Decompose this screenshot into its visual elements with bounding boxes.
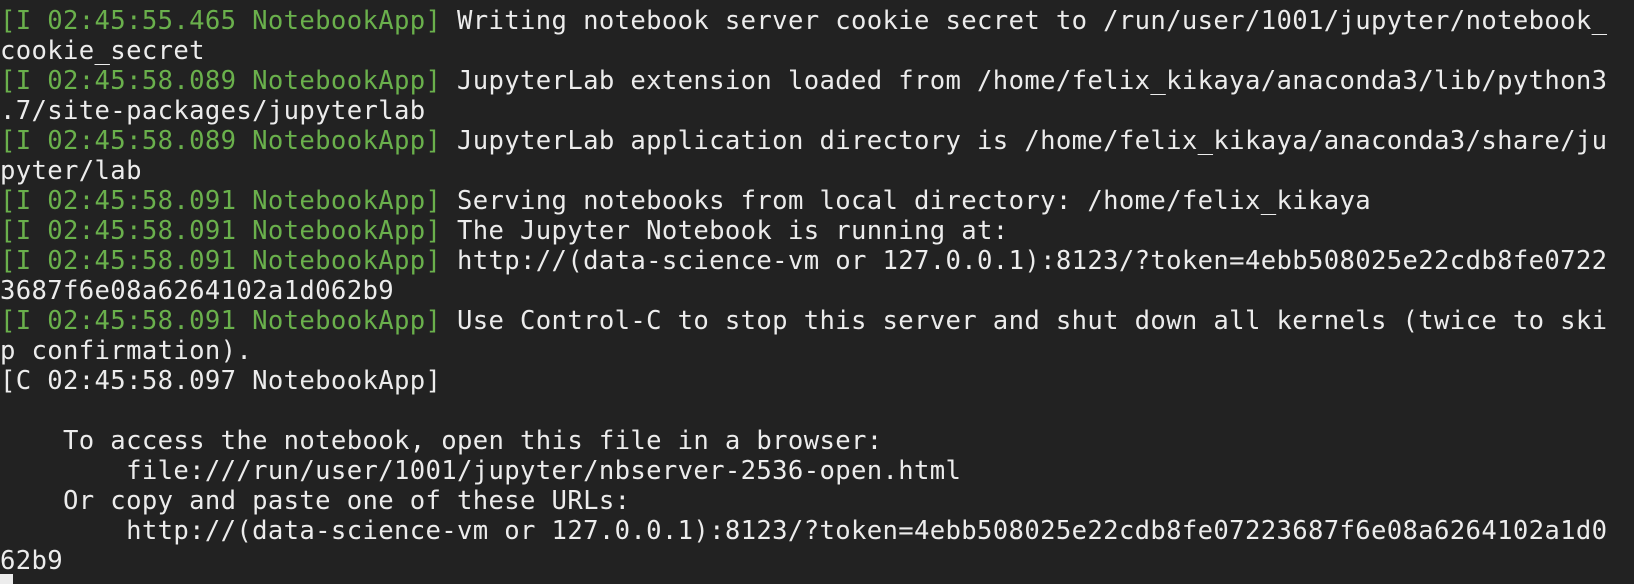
token-url-continuation: 62b9 xyxy=(0,546,64,576)
log-line: [I 02:45:58.089 NotebookApp] JupyterLab … xyxy=(0,66,1607,96)
file-url-line: file:///run/user/1001/jupyter/nbserver-2… xyxy=(0,456,1590,486)
copy-instructions-text: Or copy and paste one of these URLs: xyxy=(0,486,631,516)
log-line: [I 02:45:58.091 NotebookApp] Serving not… xyxy=(0,186,1590,216)
log-message: p confirmation). xyxy=(0,336,253,366)
terminal-window[interactable]: , , , [I 02:45:55.465 NotebookApp] Writi… xyxy=(0,0,1634,584)
log-line-continuation: pyter/lab xyxy=(0,156,1590,186)
log-message: JupyterLab application directory is /hom… xyxy=(441,126,1608,156)
log-line-continuation: cookie_secret xyxy=(0,36,1590,66)
access-instructions-text: To access the notebook, open this file i… xyxy=(0,426,883,456)
log-prefix: [I 02:45:55.465 NotebookApp] xyxy=(0,6,442,36)
log-message: pyter/lab xyxy=(0,156,142,186)
log-line: [I 02:45:58.091 NotebookApp] Use Control… xyxy=(0,306,1607,336)
log-message: cookie_secret xyxy=(0,36,205,66)
token-url-line: http://(data-science-vm or 127.0.0.1):81… xyxy=(0,516,1607,546)
log-line: [I 02:45:58.091 NotebookApp] The Jupyter… xyxy=(0,216,1590,246)
access-instructions: To access the notebook, open this file i… xyxy=(0,426,1590,456)
log-line-critical: [C 02:45:58.097 NotebookApp] xyxy=(0,366,1590,396)
log-line: [I 02:45:58.089 NotebookApp] JupyterLab … xyxy=(0,126,1607,156)
log-line-continuation: .7/site-packages/jupyterlab xyxy=(0,96,1590,126)
log-line-continuation: 3687f6e08a6264102a1d062b9 xyxy=(0,276,1590,306)
server-url-continuation: 3687f6e08a6264102a1d062b9 xyxy=(0,276,394,306)
log-prefix: [I 02:45:58.089 NotebookApp] xyxy=(0,66,442,96)
terminal-output: [I 02:45:55.465 NotebookApp] Writing not… xyxy=(0,6,1607,576)
log-line: [I 02:45:55.465 NotebookApp] Writing not… xyxy=(0,6,1607,36)
log-message: .7/site-packages/jupyterlab xyxy=(0,96,426,126)
log-prefix: [I 02:45:58.091 NotebookApp] xyxy=(0,306,442,336)
log-line: [I 02:45:58.091 NotebookApp] http://(dat… xyxy=(0,246,1607,276)
log-message: JupyterLab extension loaded from /home/f… xyxy=(441,66,1608,96)
critical-log-prefix: [C 02:45:58.097 NotebookApp] xyxy=(0,366,442,396)
log-prefix: [I 02:45:58.089 NotebookApp] xyxy=(0,126,442,156)
token-url-continuation-line: 62b9 xyxy=(0,546,1590,576)
log-prefix: [I 02:45:58.091 NotebookApp] xyxy=(0,246,442,276)
copy-instructions: Or copy and paste one of these URLs: xyxy=(0,486,1590,516)
log-message: Use Control-C to stop this server and sh… xyxy=(441,306,1608,336)
log-message: Serving notebooks from local directory: … xyxy=(441,186,1372,216)
log-message: The Jupyter Notebook is running at: xyxy=(441,216,1009,246)
server-url: http://(data-science-vm or 127.0.0.1):81… xyxy=(441,246,1608,276)
token-url: http://(data-science-vm or 127.0.0.1):81… xyxy=(0,516,1608,546)
log-prefix: [I 02:45:58.091 NotebookApp] xyxy=(0,216,442,246)
log-prefix: [I 02:45:58.091 NotebookApp] xyxy=(0,186,442,216)
log-line-continuation: p confirmation). xyxy=(0,336,1590,366)
file-url: file:///run/user/1001/jupyter/nbserver-2… xyxy=(0,456,962,486)
log-message: Writing notebook server cookie secret to… xyxy=(441,6,1608,36)
terminal-cursor xyxy=(0,574,13,584)
